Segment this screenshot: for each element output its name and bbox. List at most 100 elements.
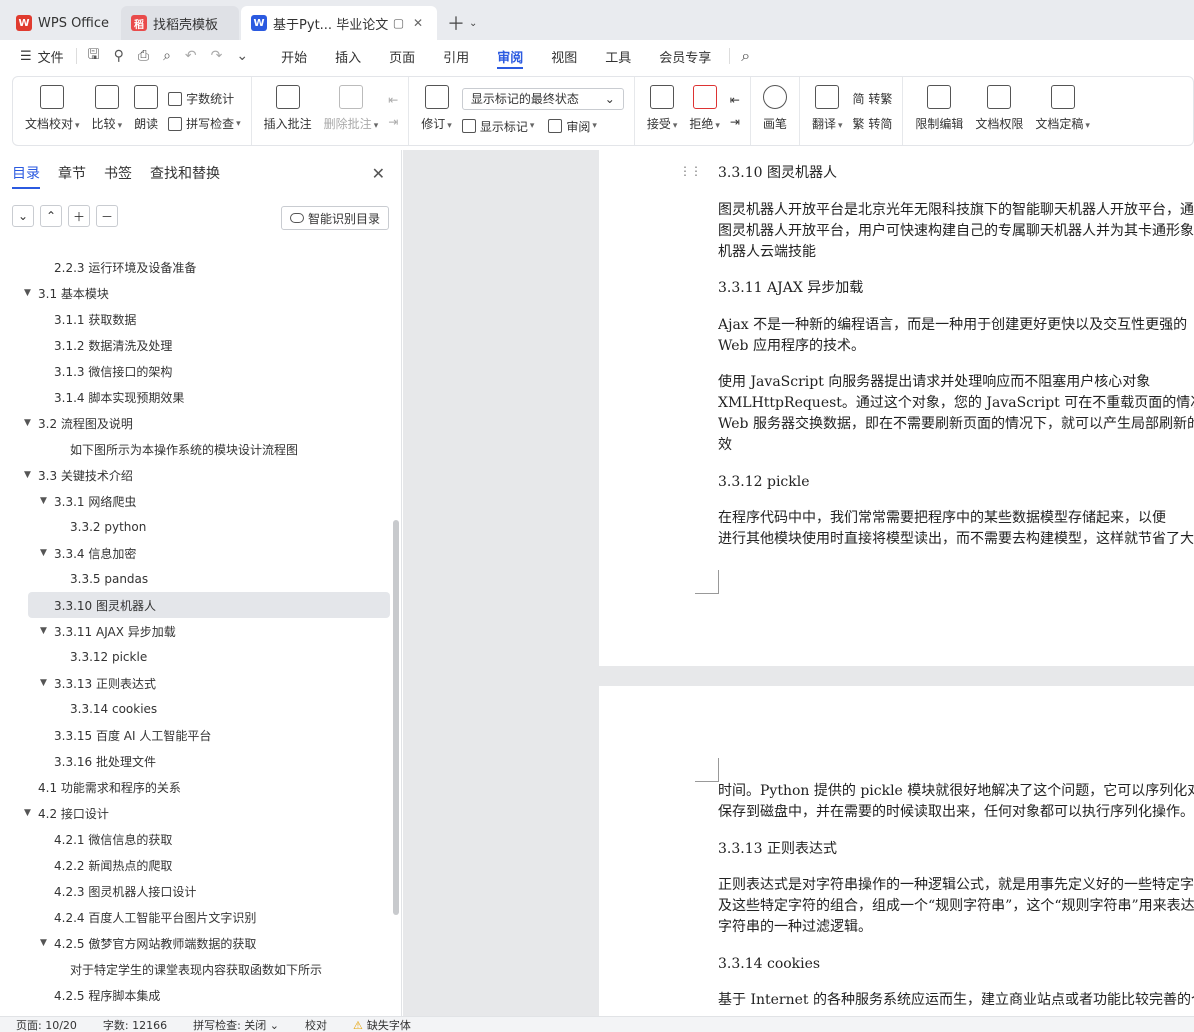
menu-tools[interactable]: 工具 bbox=[591, 40, 645, 72]
chevron-up-icon[interactable]: ⌃ bbox=[40, 205, 62, 227]
document-line[interactable]: Web 应用程序的技术。 bbox=[718, 336, 1194, 357]
menu-insert[interactable]: 插入 bbox=[321, 40, 375, 72]
document-line[interactable]: 时间。Python 提供的 pickle 模块就很好地解决了这个问题，它可以序列… bbox=[718, 781, 1194, 802]
toc-item[interactable]: 3.3.15 百度 AI 人工智能平台 bbox=[0, 722, 392, 748]
translate-button[interactable]: 翻译 ▾ bbox=[806, 77, 849, 145]
tab-document[interactable]: W 基于Pyt... 毕业论文 ▢ ✕ bbox=[241, 6, 438, 40]
remove-heading-icon[interactable]: － bbox=[96, 205, 118, 227]
document-line[interactable]: 3.3.12 pickle bbox=[718, 472, 1194, 493]
toc-item[interactable]: 3.1.4 脚本实现预期效果 bbox=[0, 384, 392, 410]
expand-toggle-icon[interactable]: ▼ bbox=[40, 496, 47, 506]
toc-item[interactable]: ▼ 3.3.11 AJAX 异步加载 bbox=[0, 618, 392, 644]
toc-item[interactable]: ▼ 4.2 接口设计 bbox=[0, 800, 392, 826]
expand-toggle-icon[interactable]: ▼ bbox=[40, 678, 47, 688]
toc-item[interactable]: 3.1.1 获取数据 bbox=[0, 306, 392, 332]
smart-toc-button[interactable]: 智能识别目录 bbox=[280, 206, 389, 230]
insert-comment-button[interactable]: 插入批注 bbox=[258, 77, 318, 145]
toc-item[interactable]: 4.2.4 百度人工智能平台图片文字识别 bbox=[0, 904, 392, 930]
pen-button[interactable]: 画笔 bbox=[757, 77, 793, 145]
spell-check-button[interactable]: 拼写检查 ▾ bbox=[168, 115, 241, 132]
toc-item[interactable]: 3.3.5 pandas bbox=[0, 566, 392, 592]
menu-view[interactable]: 视图 bbox=[537, 40, 591, 72]
expand-toggle-icon[interactable]: ▼ bbox=[40, 938, 47, 948]
word-count-indicator[interactable]: 字数: 12166 bbox=[103, 1017, 167, 1032]
toc-item[interactable]: 3.3.12 pickle bbox=[0, 644, 392, 670]
menu-page[interactable]: 页面 bbox=[375, 40, 429, 72]
restrict-edit-button[interactable]: 限制编辑 bbox=[909, 77, 969, 145]
word-count-button[interactable]: 字数统计 bbox=[168, 90, 241, 107]
file-menu[interactable]: ☰ 文件 bbox=[12, 40, 72, 72]
to-traditional-button[interactable]: 简 转繁 bbox=[853, 90, 893, 107]
toc-item[interactable]: ▼ 3.3.4 信息加密 bbox=[0, 540, 392, 566]
tab-docer-templates[interactable]: 稻 找稻壳模板 bbox=[121, 6, 240, 40]
menu-review[interactable]: 审阅 bbox=[483, 40, 537, 72]
revise-button[interactable]: 修订 ▾ bbox=[415, 77, 458, 145]
toc-item[interactable]: 4.2.2 新闻热点的爬取 bbox=[0, 852, 392, 878]
missing-font-indicator[interactable]: ⚠ 缺失字体 bbox=[353, 1017, 411, 1032]
document-line[interactable]: 及这些特定字符的组合，组成一个“规则字符串”，这个“规则字符串”用来表达对 bbox=[718, 896, 1194, 917]
toc-item[interactable]: ▼ 3.3.1 网络爬虫 bbox=[0, 488, 392, 514]
expand-toggle-icon[interactable]: ▼ bbox=[24, 288, 31, 298]
menu-references[interactable]: 引用 bbox=[429, 40, 483, 72]
document-line[interactable]: 3.3.14 cookies bbox=[718, 954, 1194, 975]
document-line[interactable]: XMLHttpRequest。通过这个对象，您的 JavaScript 可在不重… bbox=[718, 393, 1194, 414]
document-line[interactable]: 使用 JavaScript 向服务器提出请求并处理响应而不阻塞用户核心对象 bbox=[718, 372, 1194, 393]
print-preview-icon[interactable]: ⌕ bbox=[156, 40, 178, 72]
toc-item[interactable]: 4.1 功能需求和程序的关系 bbox=[0, 774, 392, 800]
toc-item[interactable]: ▼ 3.3.13 正则表达式 bbox=[0, 670, 392, 696]
toc-item[interactable]: 4.2.1 微信信息的获取 bbox=[0, 826, 392, 852]
tab-find-replace[interactable]: 查找和替换 bbox=[150, 163, 220, 183]
toc-item[interactable]: 3.3.14 cookies bbox=[0, 696, 392, 722]
document-line[interactable]: 进行其他模块使用时直接将模型读出，而不需要去构建模型，这样就节省了大量的 bbox=[718, 529, 1194, 550]
document-line[interactable]: 3.3.11 AJAX 异步加载 bbox=[718, 278, 1194, 299]
document-line[interactable]: 字符串的一种过滤逻辑。 bbox=[718, 917, 1194, 938]
expand-toggle-icon[interactable]: ▼ bbox=[40, 626, 47, 636]
redo-icon[interactable]: ↷ bbox=[204, 40, 230, 72]
proof-status[interactable]: 校对 bbox=[305, 1017, 327, 1032]
toc-item[interactable]: 3.1.3 微信接口的架构 bbox=[0, 358, 392, 384]
chevron-down-icon[interactable]: ⌄ bbox=[12, 205, 34, 227]
toc-scrollbar[interactable] bbox=[393, 520, 399, 915]
show-markup-button[interactable]: 显示标记 ▾ bbox=[461, 118, 534, 135]
compare-button[interactable]: 比较 ▾ bbox=[86, 77, 129, 145]
tab-sections[interactable]: 章节 bbox=[58, 163, 86, 183]
previous-comment-icon[interactable]: ⇤ bbox=[388, 93, 398, 107]
toc-item[interactable]: 3.3.16 批处理文件 bbox=[0, 748, 392, 774]
document-line[interactable]: 3.3.10 图灵机器人 bbox=[718, 163, 1194, 184]
document-line[interactable]: 在程序代码中中，我们常常需要把程序中的某些数据模型存储起来，以便 bbox=[718, 508, 1194, 529]
document-line[interactable]: Ajax 不是一种新的编程语言，而是一种用于创建更好更快以及交互性更强的 bbox=[718, 315, 1194, 336]
add-heading-icon[interactable]: ＋ bbox=[68, 205, 90, 227]
tab-toc[interactable]: 目录 bbox=[12, 163, 40, 189]
delete-comment-button[interactable]: 删除批注 ▾ bbox=[318, 77, 385, 145]
next-change-icon[interactable]: ⇥ bbox=[730, 115, 740, 129]
close-icon[interactable]: ✕ bbox=[372, 164, 385, 183]
toc-item[interactable]: 对于特定学生的课堂表现内容获取函数如下所示 bbox=[0, 956, 392, 982]
markup-state-select[interactable]: 显示标记的最终状态 ⌄ bbox=[461, 87, 624, 110]
menu-start[interactable]: 开始 bbox=[267, 40, 321, 72]
toc-item[interactable]: 3.1.2 数据清洗及处理 bbox=[0, 332, 392, 358]
document-line[interactable]: 正则表达式是对字符串操作的一种逻辑公式，就是用事先定义好的一些特定字符、 bbox=[718, 875, 1194, 896]
share-icon[interactable]: ⚲ bbox=[107, 40, 131, 72]
previous-change-icon[interactable]: ⇤ bbox=[730, 93, 740, 107]
tab-wps-office[interactable]: W WPS Office bbox=[6, 6, 119, 40]
toc-item[interactable]: ▼ 4.2.5 傲梦官方网站教师端数据的获取 bbox=[0, 930, 392, 956]
read-aloud-button[interactable]: 朗读 bbox=[128, 77, 164, 145]
toc-item[interactable]: 2.2.3 运行环境及设备准备 bbox=[0, 254, 392, 280]
document-line[interactable]: 保存到磁盘中，并在需要的时候读取出来，任何对象都可以执行序列化操作。 bbox=[718, 802, 1194, 823]
reject-button[interactable]: 拒绝 ▾ bbox=[683, 77, 726, 145]
spell-check-status[interactable]: 拼写检查: 关闭 ⌄ bbox=[193, 1017, 279, 1032]
toc-item[interactable]: 3.3.2 python bbox=[0, 514, 392, 540]
expand-toggle-icon[interactable]: ▼ bbox=[24, 470, 31, 480]
expand-toggle-icon[interactable]: ▼ bbox=[24, 808, 31, 818]
undo-icon[interactable]: ↶ bbox=[178, 40, 204, 72]
next-comment-icon[interactable]: ⇥ bbox=[388, 115, 398, 129]
save-icon[interactable]: 🖫 bbox=[81, 40, 107, 72]
proofread-button[interactable]: 文档校对 ▾ bbox=[19, 77, 86, 145]
accept-button[interactable]: 接受 ▾ bbox=[641, 77, 684, 145]
to-simplified-button[interactable]: 繁 转简 bbox=[853, 115, 893, 132]
tab-bookmarks[interactable]: 书签 bbox=[104, 163, 132, 183]
toc-item[interactable]: ▼ 3.2 流程图及说明 bbox=[0, 410, 392, 436]
more-chevron-icon[interactable]: ⌄ bbox=[229, 40, 255, 72]
toc-item[interactable]: ▼ 3.3 关键技术介绍 bbox=[0, 462, 392, 488]
menu-member[interactable]: 会员专享 bbox=[645, 40, 725, 72]
